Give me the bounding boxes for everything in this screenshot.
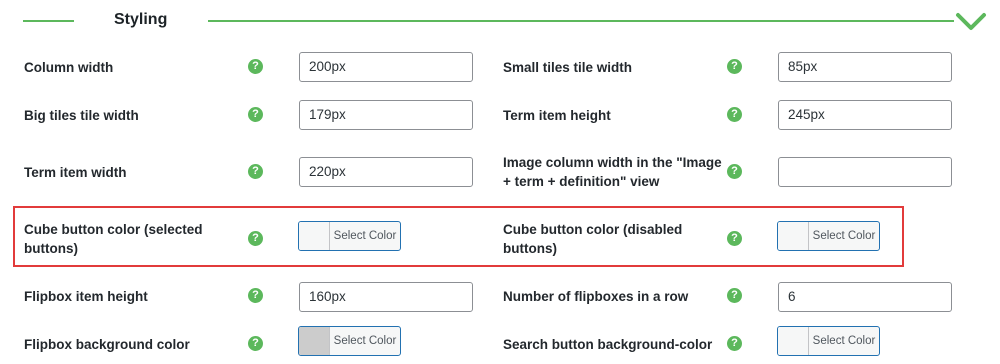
- color-swatch: [778, 327, 809, 355]
- flipbox-bg-color-button[interactable]: Select Color: [298, 326, 401, 356]
- select-color-label: Select Color: [812, 335, 876, 347]
- select-color-label: Select Color: [333, 230, 397, 242]
- select-color-label: Select Color: [812, 230, 876, 242]
- chevron-down-icon[interactable]: [955, 11, 987, 33]
- label-big-tiles-width: Big tiles tile width: [24, 108, 139, 123]
- column-width-input[interactable]: 200px: [299, 52, 473, 82]
- small-tiles-width-input[interactable]: 85px: [778, 52, 952, 82]
- search-button-bg-color-button[interactable]: Select Color: [777, 326, 880, 356]
- big-tiles-width-input[interactable]: 179px: [299, 100, 473, 130]
- select-color-label: Select Color: [333, 335, 397, 347]
- label-image-column-width: Image column width in the "Image + term …: [503, 155, 722, 189]
- help-icon[interactable]: ?: [248, 288, 263, 303]
- flipbox-item-height-input[interactable]: 160px: [299, 282, 473, 312]
- help-icon[interactable]: ?: [727, 164, 742, 179]
- color-swatch: [778, 222, 809, 250]
- label-cube-selected-color: Cube button color (selected buttons): [24, 222, 203, 256]
- label-search-button-bg-color: Search button background-color: [503, 337, 713, 352]
- label-column-width: Column width: [24, 60, 114, 75]
- label-cube-disabled-color: Cube button color (disabled buttons): [503, 222, 683, 256]
- help-icon[interactable]: ?: [727, 59, 742, 74]
- label-term-item-height: Term item height: [503, 108, 611, 123]
- label-flipboxes-in-row: Number of flipboxes in a row: [503, 289, 689, 304]
- term-item-height-input[interactable]: 245px: [778, 100, 952, 130]
- help-icon[interactable]: ?: [248, 59, 263, 74]
- color-swatch: [299, 327, 330, 355]
- image-column-width-input[interactable]: [778, 157, 952, 187]
- header-line-left: [23, 20, 74, 22]
- label-term-item-width: Term item width: [24, 165, 127, 180]
- label-flipbox-bg-color: Flipbox background color: [24, 337, 190, 352]
- flipboxes-in-row-input[interactable]: 6: [778, 282, 952, 312]
- label-small-tiles-width: Small tiles tile width: [503, 60, 633, 75]
- help-icon[interactable]: ?: [727, 107, 742, 122]
- help-icon[interactable]: ?: [727, 336, 742, 351]
- cube-disabled-color-button[interactable]: Select Color: [777, 221, 880, 251]
- help-icon[interactable]: ?: [248, 336, 263, 351]
- help-icon[interactable]: ?: [248, 231, 263, 246]
- cube-selected-color-button[interactable]: Select Color: [298, 221, 401, 251]
- section-title: Styling: [114, 11, 168, 28]
- help-icon[interactable]: ?: [248, 107, 263, 122]
- help-icon[interactable]: ?: [727, 288, 742, 303]
- help-icon[interactable]: ?: [248, 164, 263, 179]
- color-swatch: [299, 222, 330, 250]
- header-line-right: [208, 20, 954, 22]
- label-flipbox-item-height: Flipbox item height: [24, 289, 148, 304]
- help-icon[interactable]: ?: [727, 231, 742, 246]
- term-item-width-input[interactable]: 220px: [299, 157, 473, 187]
